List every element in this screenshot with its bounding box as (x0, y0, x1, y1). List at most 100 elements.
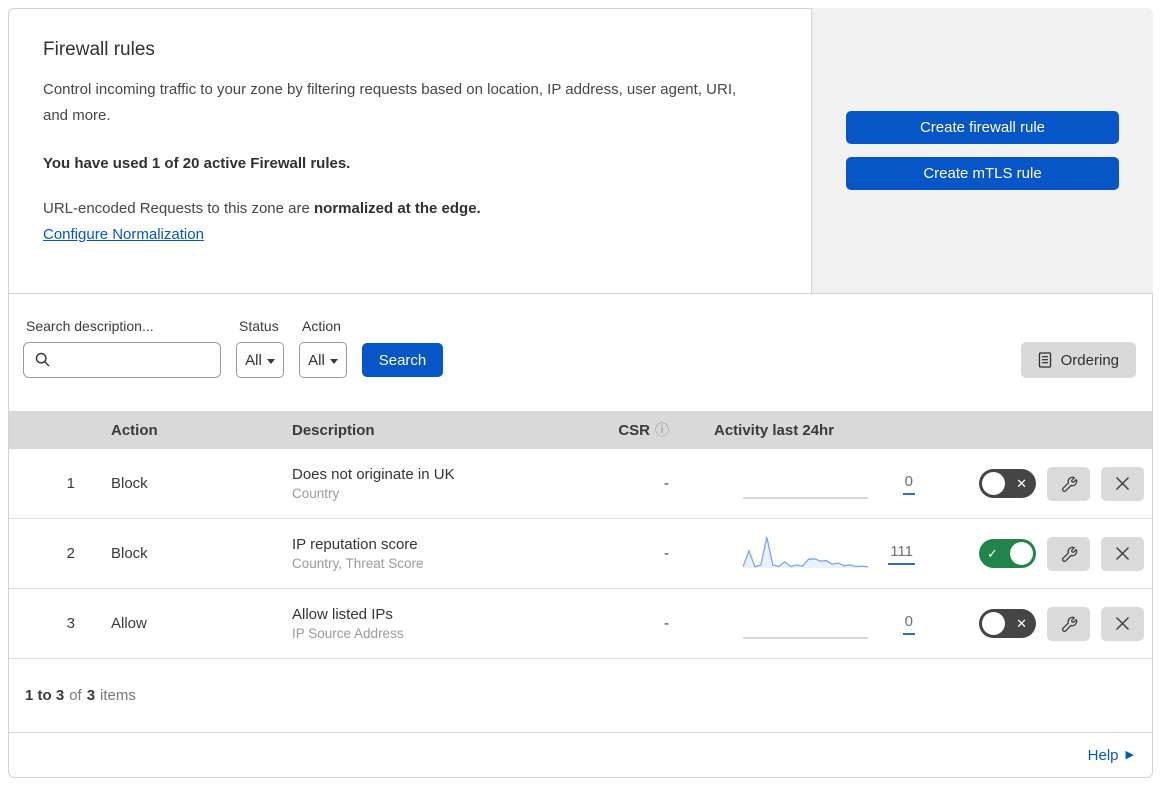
rule-description-cell: Does not originate in UK Country (284, 466, 599, 501)
check-icon: ✓ (987, 545, 998, 561)
top-section: Firewall rules Control incoming traffic … (8, 8, 1153, 293)
rule-action: Block (111, 475, 148, 492)
activity-sparkline (743, 536, 868, 568)
items-range: 1 to 3 (25, 687, 65, 704)
close-icon (1116, 617, 1129, 630)
x-icon: ✕ (1016, 615, 1027, 631)
configure-normalization-link[interactable]: Configure Normalization (43, 226, 204, 243)
search-button[interactable]: Search (362, 343, 443, 377)
edit-rule-button[interactable] (1047, 606, 1090, 641)
activity-count-link[interactable]: 111 (888, 543, 915, 565)
help-label: Help (1087, 746, 1119, 764)
table-row: 2 Block IP reputation score Country, Thr… (9, 519, 1152, 589)
create-firewall-rule-button[interactable]: Create firewall rule (846, 111, 1119, 144)
chevron-right-icon: ▶ (1125, 749, 1134, 761)
rule-fields: Country (292, 486, 340, 501)
status-select[interactable]: All (236, 342, 284, 378)
delete-rule-button[interactable] (1101, 536, 1144, 571)
rule-csr-value: - (664, 475, 669, 492)
rule-description[interactable]: IP reputation score (292, 536, 599, 553)
rule-controls: ✓ ✕ (929, 466, 1152, 501)
search-label: Search description... (26, 318, 154, 334)
ordering-button-label: Ordering (1060, 351, 1119, 369)
rule-activity-cell: 111 (674, 533, 929, 575)
filter-bar: Search description... Status All Action (9, 294, 1152, 411)
delete-rule-button[interactable] (1101, 606, 1144, 641)
activity-sparkline (743, 496, 868, 499)
wrench-icon (1061, 546, 1077, 562)
ordering-button[interactable]: Ordering (1020, 342, 1136, 378)
rule-csr-value: - (664, 615, 669, 632)
rule-action: Allow (111, 615, 147, 632)
create-mtls-rule-button[interactable]: Create mTLS rule (846, 157, 1119, 190)
wrench-icon (1061, 616, 1077, 632)
delete-rule-button[interactable] (1101, 466, 1144, 501)
chevron-down-icon (266, 358, 275, 364)
rule-fields: IP Source Address (292, 626, 404, 641)
help-link[interactable]: Help ▶ (1088, 747, 1134, 764)
rule-activity-cell: 0 (674, 603, 929, 645)
status-filter-group: Status All (236, 318, 284, 378)
column-description: Description (292, 421, 375, 439)
rule-priority: 2 (66, 545, 75, 562)
search-icon (35, 352, 50, 367)
rule-description[interactable]: Allow listed IPs (292, 606, 599, 623)
column-action: Action (111, 421, 158, 439)
firewall-intro-card: Firewall rules Control incoming traffic … (8, 8, 812, 293)
rule-controls: ✓ ✕ (929, 536, 1152, 571)
activity-sparkline (743, 636, 868, 639)
edit-rule-button[interactable] (1047, 466, 1090, 501)
rule-description-cell: Allow listed IPs IP Source Address (284, 606, 599, 641)
firewall-rules-page: Firewall rules Control incoming traffic … (8, 8, 1153, 778)
column-csr: CSR ⓘ (599, 420, 674, 440)
rule-description-cell: IP reputation score Country, Threat Scor… (284, 536, 599, 571)
enable-toggle[interactable]: ✓ ✕ (979, 539, 1036, 568)
rule-action: Block (111, 545, 148, 562)
rule-activity-cell: 0 (674, 463, 929, 505)
action-select[interactable]: All (299, 342, 347, 378)
table-row: 3 Allow Allow listed IPs IP Source Addre… (9, 589, 1152, 659)
column-activity: Activity last 24hr (714, 421, 835, 439)
toggle-knob (982, 472, 1005, 495)
activity-count-link[interactable]: 0 (902, 613, 915, 635)
normalization-text: URL-encoded Requests to this zone are (43, 200, 310, 217)
close-icon (1116, 477, 1129, 490)
enable-toggle[interactable]: ✓ ✕ (979, 609, 1036, 638)
rule-priority: 3 (66, 615, 75, 632)
page-description: Control incoming traffic to your zone by… (43, 81, 737, 124)
actions-panel: Create firewall rule Create mTLS rule (812, 8, 1153, 293)
table-footer: 1 to 3 of 3 items (9, 659, 1152, 733)
action-filter-group: Action All (299, 318, 347, 378)
rule-priority: 1 (66, 475, 75, 492)
info-icon[interactable]: ⓘ (655, 420, 669, 440)
normalization-note: URL-encoded Requests to this zone are no… (43, 200, 771, 217)
x-icon: ✕ (1016, 475, 1027, 491)
edit-rule-button[interactable] (1047, 536, 1090, 571)
close-icon (1116, 547, 1129, 560)
status-label: Status (239, 318, 279, 334)
rules-list-card: Search description... Status All Action (8, 293, 1153, 778)
search-input[interactable] (23, 342, 221, 378)
page-title: Firewall rules (43, 39, 155, 60)
status-selected-value: All (245, 351, 262, 369)
normalization-bold-text: normalized at the edge. (314, 200, 481, 217)
wrench-icon (1061, 476, 1077, 492)
of-text: of (69, 687, 82, 704)
toggle-knob (1010, 542, 1033, 565)
rule-controls: ✓ ✕ (929, 606, 1152, 641)
list-icon (1038, 352, 1051, 368)
items-text: items (100, 687, 136, 704)
help-bar: Help ▶ (9, 733, 1152, 777)
activity-count-link[interactable]: 0 (902, 473, 915, 495)
rule-description[interactable]: Does not originate in UK (292, 466, 599, 483)
action-selected-value: All (308, 351, 325, 369)
action-label: Action (302, 318, 341, 334)
rules-table-body: 1 Block Does not originate in UK Country… (9, 449, 1152, 659)
rule-fields: Country, Threat Score (292, 556, 424, 571)
rule-csr-value: - (664, 545, 669, 562)
enable-toggle[interactable]: ✓ ✕ (979, 469, 1036, 498)
usage-summary: You have used 1 of 20 active Firewall ru… (43, 155, 351, 172)
table-header: Action Description CSR ⓘ Activity last 2… (9, 411, 1152, 449)
items-total: 3 (86, 687, 96, 704)
table-row: 1 Block Does not originate in UK Country… (9, 449, 1152, 519)
